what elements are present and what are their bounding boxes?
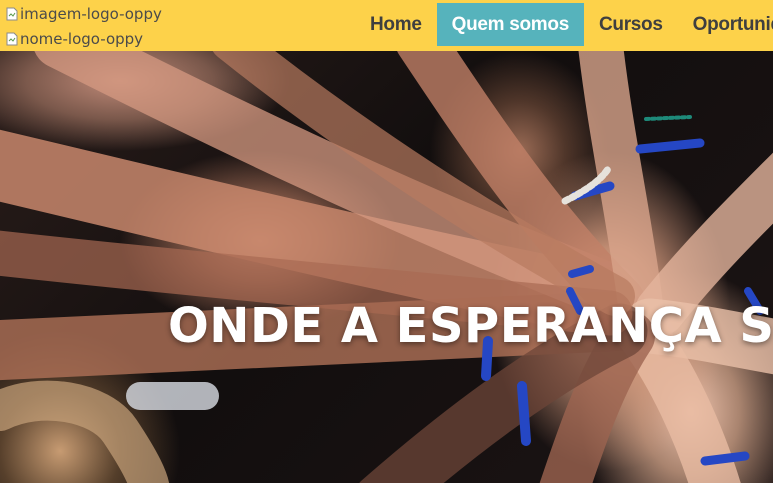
nav-item-oportunidades[interactable]: Oportunidades [678, 3, 773, 46]
hero-banner: ONDE A ESPERANÇA SE [0, 51, 773, 483]
logo-name-image[interactable]: nome-logo-oppy [6, 30, 143, 48]
broken-image-icon [6, 32, 18, 46]
main-nav: Home Quem somos Cursos Oportunidades [355, 3, 773, 46]
hero-title: ONDE A ESPERANÇA SE [168, 298, 773, 354]
nav-item-cursos[interactable]: Cursos [584, 3, 678, 46]
nav-item-home[interactable]: Home [355, 3, 437, 46]
logo-image[interactable]: imagem-logo-oppy [6, 5, 162, 23]
logo-name-alt-text: nome-logo-oppy [20, 30, 144, 48]
broken-image-icon [6, 7, 18, 21]
nav-item-quem-somos[interactable]: Quem somos [436, 3, 584, 46]
logo-image-alt-text: imagem-logo-oppy [20, 5, 162, 23]
site-header: imagem-logo-oppy nome-logo-oppy Home Que… [0, 0, 773, 51]
hero-background-photo [0, 51, 773, 483]
